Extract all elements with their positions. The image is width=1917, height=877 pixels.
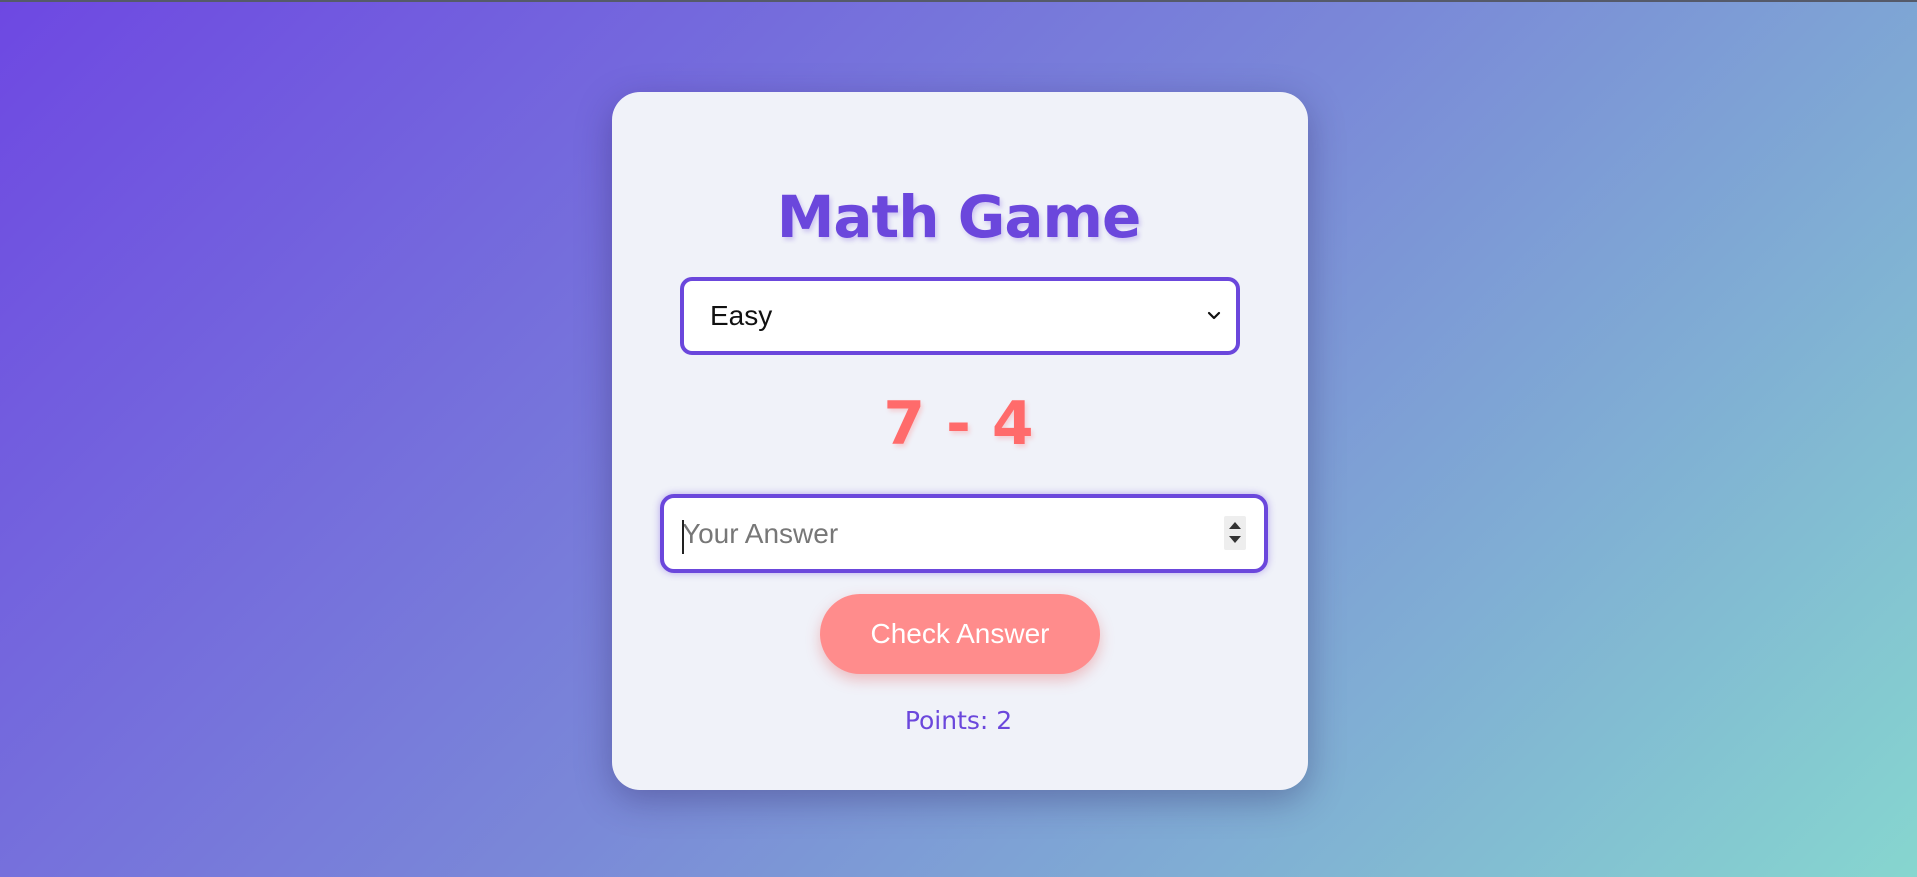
window-top-border [0, 0, 1917, 2]
difficulty-selected-value: Easy [710, 300, 773, 331]
points-display: Points: 2 [904, 706, 1013, 735]
math-question: 7 - 4 [883, 389, 1034, 459]
check-answer-button[interactable]: Check Answer [820, 594, 1100, 674]
difficulty-select[interactable]: Easy [680, 277, 1240, 355]
chevron-down-icon [1207, 311, 1221, 320]
stepper-up-icon[interactable] [1229, 522, 1241, 529]
page-title: Math Game [776, 183, 1142, 251]
answer-field[interactable] [660, 494, 1268, 573]
answer-input[interactable] [682, 506, 1182, 561]
stepper-down-icon[interactable] [1229, 536, 1241, 543]
text-caret [682, 520, 684, 554]
number-stepper[interactable] [1224, 516, 1246, 550]
